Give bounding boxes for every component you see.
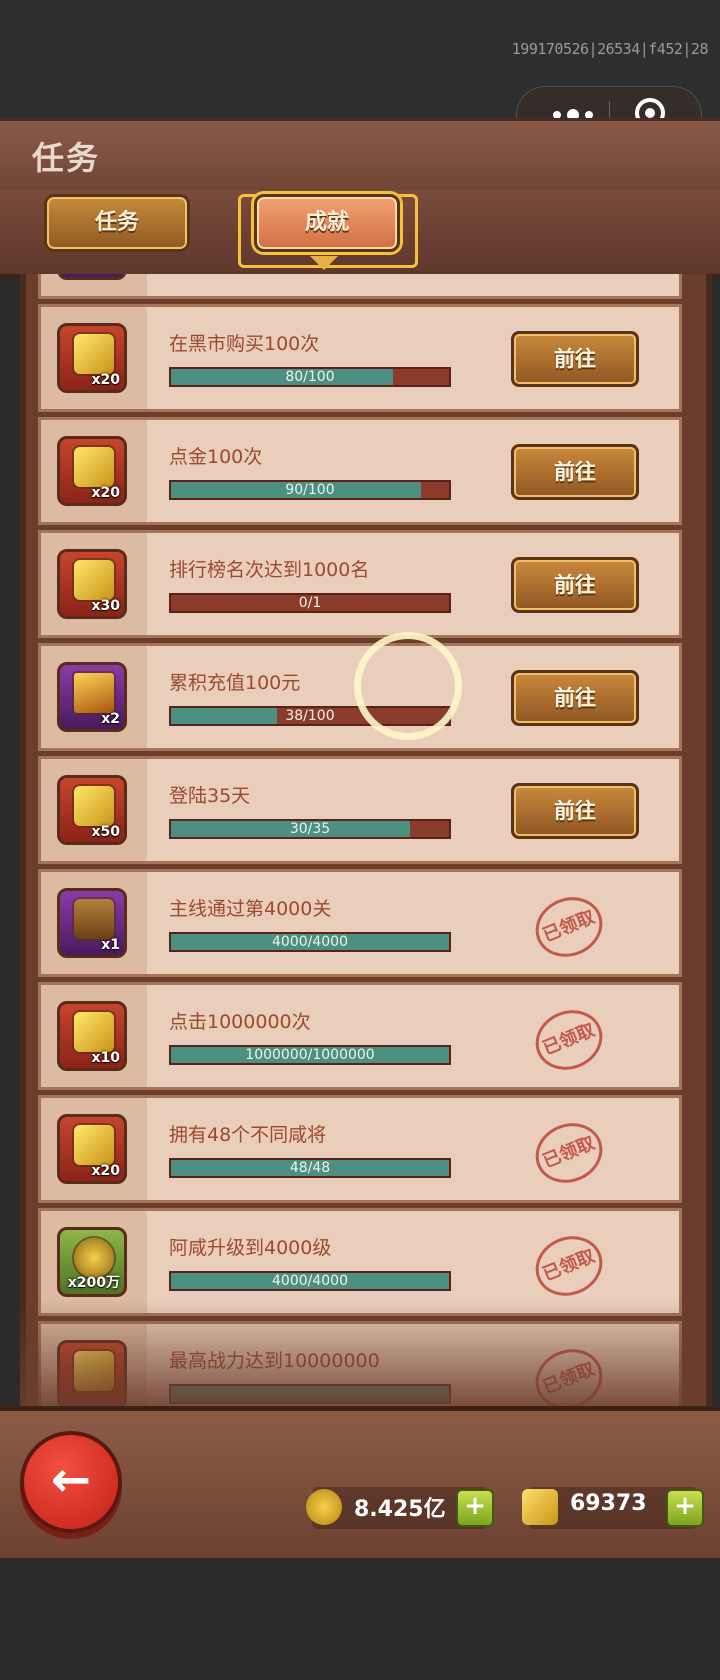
tab-achievements[interactable]: 成就 <box>254 194 400 252</box>
golden-torch-icon <box>74 673 114 713</box>
task-title: 累积充值100元 <box>169 672 301 694</box>
footer-background <box>0 1558 720 1680</box>
go-button[interactable]: 前往 <box>511 557 639 613</box>
progress-text: 4000/4000 <box>272 1273 348 1289</box>
gold-scroll-icon <box>522 1489 558 1525</box>
claimed-stamp: 已领取 <box>526 1226 612 1306</box>
progress-bar: 4000/4000 <box>169 932 451 952</box>
coin-icon <box>306 1489 342 1525</box>
list-bottom-fade <box>20 1300 700 1410</box>
reward-icon-frame: x2 <box>57 662 127 732</box>
task-title: 点击1000000次 <box>169 1011 311 1033</box>
back-button[interactable]: ← <box>20 1431 122 1533</box>
claimed-stamp: 已领取 <box>526 1000 612 1080</box>
reward-quantity: x1 <box>101 274 120 275</box>
gold-scroll-icon <box>74 334 114 374</box>
list-item: x1 主线通过第4000关 4000/4000 已领取 <box>38 869 682 977</box>
scroll-resource: 69373 + <box>522 1487 704 1529</box>
gold-scroll-icon <box>74 786 114 826</box>
reward-quantity: x200万 <box>67 1275 120 1291</box>
task-title: 拥有48个不同咸将 <box>169 1124 327 1146</box>
list-item: x30 排行榜名次达到1000名 0/1 前往 <box>38 530 682 638</box>
list-item: x1 3313/3300 前往 <box>38 274 682 299</box>
treasure-chest-icon <box>74 899 114 939</box>
page-header: 任务 <box>0 118 720 197</box>
reward-quantity: x20 <box>91 485 120 501</box>
reward-quantity: x50 <box>91 824 120 840</box>
progress-text: 1000000/1000000 <box>245 1047 375 1063</box>
task-title: 主线通过第4000关 <box>169 898 332 920</box>
coin-resource: 8.425亿 + <box>306 1487 494 1529</box>
gold-scroll-icon <box>74 1012 114 1052</box>
reward-icon-frame: x1 <box>57 888 127 958</box>
list-item: x10 点击1000000次 1000000/1000000 已领取 <box>38 982 682 1090</box>
reward-quantity: x30 <box>91 598 120 614</box>
progress-bar: 4000/4000 <box>169 1271 451 1291</box>
claimed-stamp: 已领取 <box>526 1113 612 1193</box>
progress-bar: 48/48 <box>169 1158 451 1178</box>
task-title: 点金100次 <box>169 446 263 468</box>
gold-scroll-icon <box>74 447 114 487</box>
progress-text: 48/48 <box>289 1160 331 1176</box>
task-title: 登陆35天 <box>169 785 251 807</box>
touch-indicator <box>354 632 462 740</box>
bottom-bar: ← 8.425亿 + 69373 + <box>0 1406 720 1568</box>
reward-icon-frame: x20 <box>57 323 127 393</box>
reward-quantity: x10 <box>91 1050 120 1066</box>
claimed-stamp: 已领取 <box>526 887 612 967</box>
progress-bar: 80/100 <box>169 367 451 387</box>
reward-icon-frame: x30 <box>57 549 127 619</box>
reward-quantity: x1 <box>101 937 120 953</box>
reward-icon-frame: x20 <box>57 1114 127 1184</box>
page-title: 任务 <box>32 139 101 177</box>
list-item: x20 拥有48个不同咸将 48/48 已领取 <box>38 1095 682 1203</box>
go-button[interactable]: 前往 <box>511 670 639 726</box>
progress-bar: 30/35 <box>169 819 451 839</box>
list-item: x20 在黑市购买100次 80/100 前往 <box>38 304 682 412</box>
progress-text: 80/100 <box>285 369 335 385</box>
go-button[interactable]: 前往 <box>511 783 639 839</box>
reward-quantity: x2 <box>101 711 120 727</box>
list-item: x50 登陆35天 30/35 前往 <box>38 756 682 864</box>
coin-value: 8.425亿 <box>354 1497 446 1522</box>
achievement-list[interactable]: x1 3313/3300 前往 x20 在黑市购买100次 80/100 前往 … <box>38 274 682 1406</box>
task-title: 阿咸升级到4000级 <box>169 1237 332 1259</box>
go-button[interactable]: 前往 <box>511 444 639 500</box>
reward-quantity: x20 <box>91 372 120 388</box>
tab-bar: 任务 成就 <box>0 190 720 278</box>
progress-text: 0/1 <box>298 595 322 611</box>
add-coin-button[interactable]: + <box>456 1489 494 1527</box>
progress-text: 4000/4000 <box>272 934 348 950</box>
task-title: 在黑市购买100次 <box>169 333 320 355</box>
go-button[interactable]: 前往 <box>511 331 639 387</box>
task-title: 排行榜名次达到1000名 <box>169 559 370 581</box>
reward-icon-frame: x50 <box>57 775 127 845</box>
reward-icon-frame: x1 <box>57 274 127 280</box>
tab-tasks[interactable]: 任务 <box>44 194 190 252</box>
build-id-text: 199170526|26534|f452|28 <box>511 40 709 58</box>
progress-bar: 1000000/1000000 <box>169 1045 451 1065</box>
reward-icon-frame: x200万 <box>57 1227 127 1297</box>
progress-text: 90/100 <box>285 482 335 498</box>
gold-scroll-icon <box>74 1125 114 1165</box>
list-item: x20 点金100次 90/100 前往 <box>38 417 682 525</box>
progress-bar: 0/1 <box>169 593 451 613</box>
scroll-value: 69373 <box>570 1491 647 1516</box>
reward-icon-frame: x20 <box>57 436 127 506</box>
achievement-list-frame[interactable]: x1 3313/3300 前往 x20 在黑市购买100次 80/100 前往 … <box>20 274 712 1406</box>
add-scroll-button[interactable]: + <box>666 1489 704 1527</box>
active-tab-pointer-icon <box>310 256 338 270</box>
reward-icon-frame: x10 <box>57 1001 127 1071</box>
gold-scroll-icon <box>74 560 114 600</box>
reward-quantity: x20 <box>91 1163 120 1179</box>
progress-bar: 90/100 <box>169 480 451 500</box>
progress-text: 30/35 <box>289 821 331 837</box>
back-arrow-icon: ← <box>50 1452 92 1508</box>
